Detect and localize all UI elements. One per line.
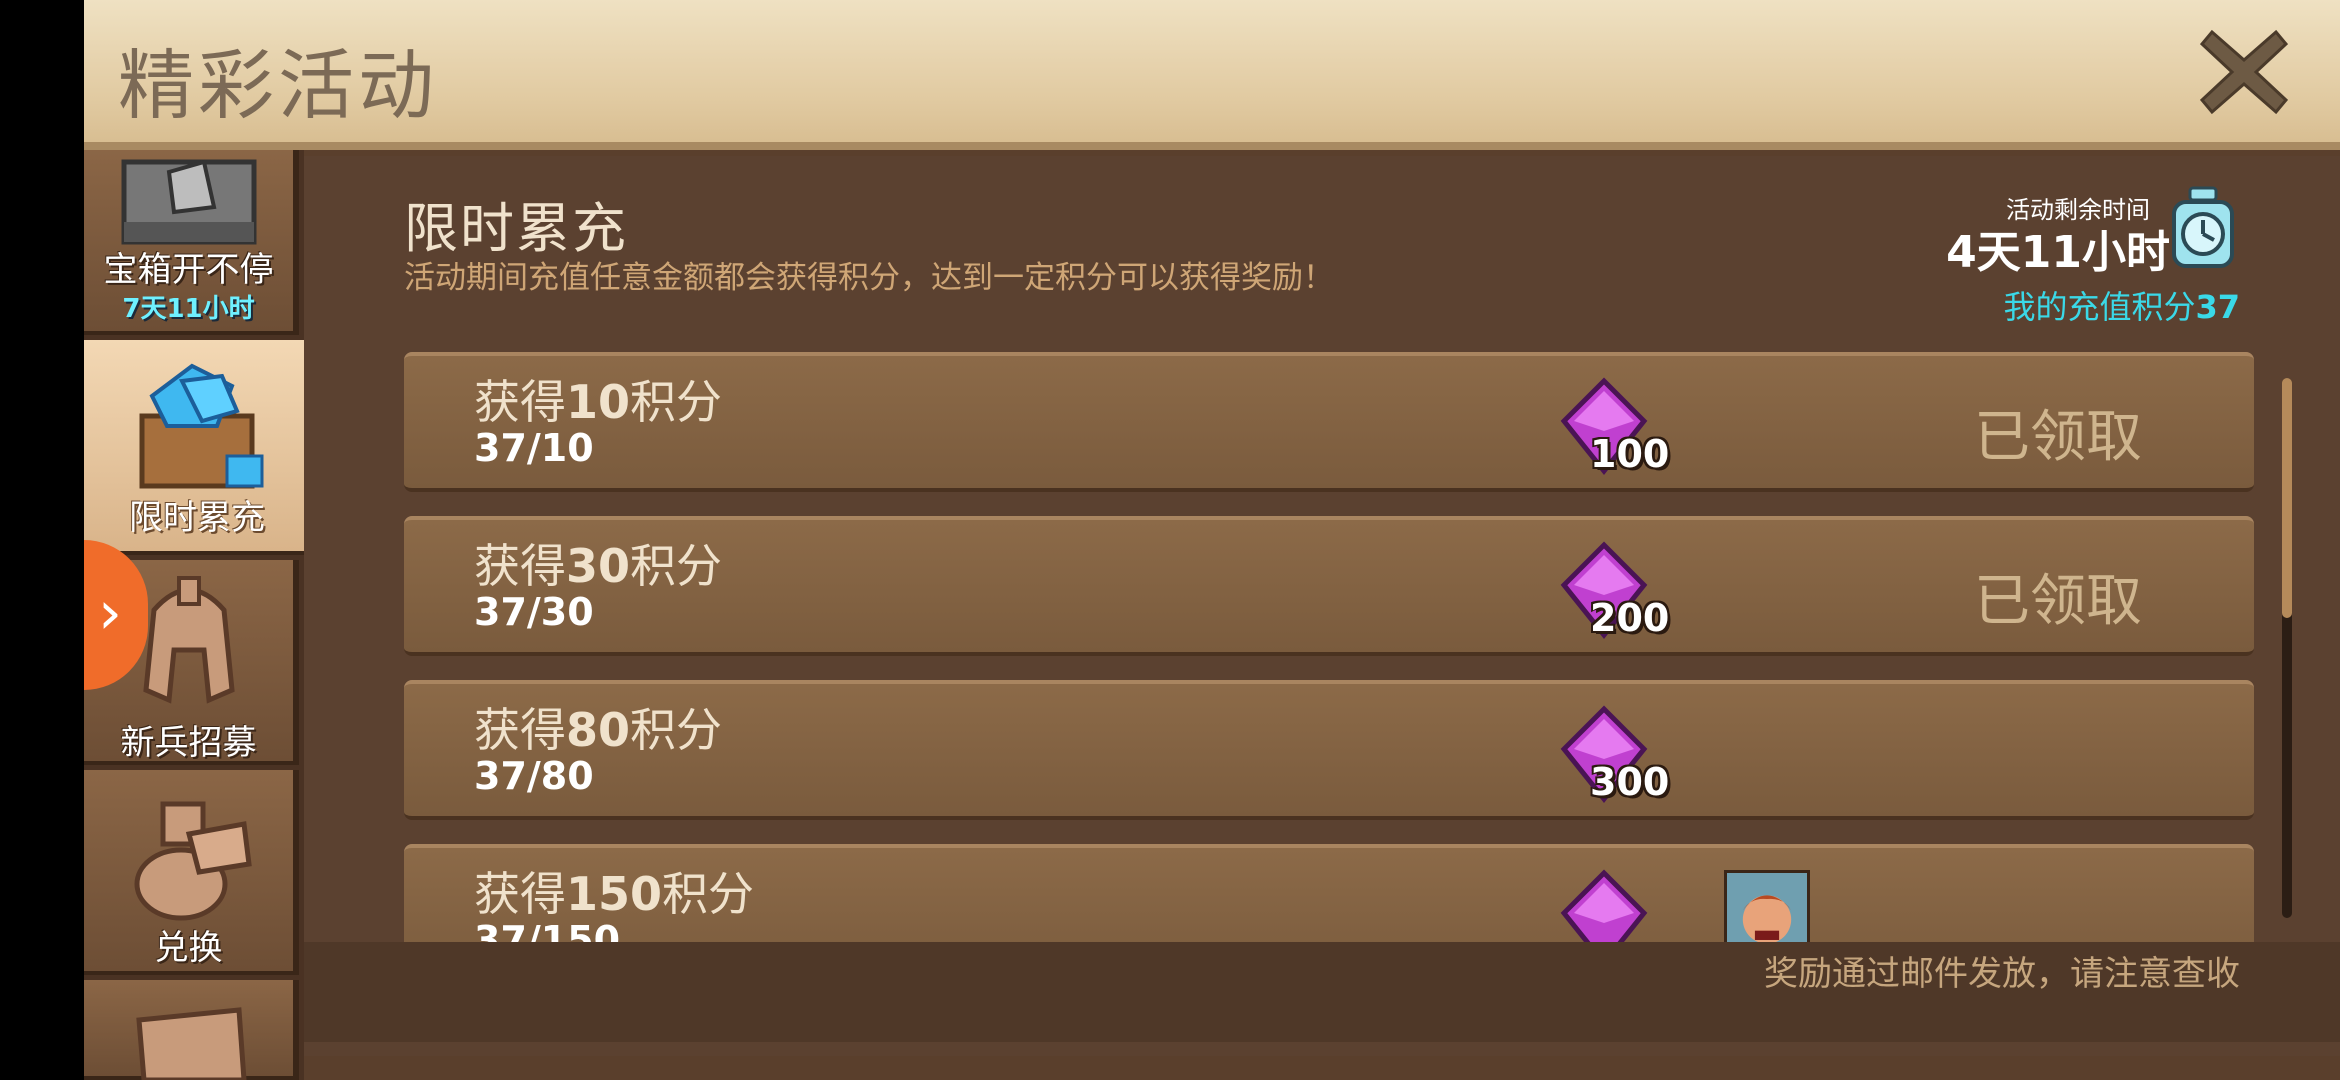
my-points-value: 37 bbox=[2195, 288, 2240, 326]
sidebar-tab-label: 新兵招募 bbox=[120, 723, 257, 763]
sidebar-tab-limited-recharge[interactable]: 限时累充 bbox=[84, 340, 316, 555]
goal-prefix: 获得 bbox=[474, 539, 566, 593]
stopwatch-icon bbox=[2172, 186, 2234, 268]
gem-quantity: 200 bbox=[1590, 596, 1670, 640]
chevron-right-icon: › bbox=[98, 578, 122, 648]
scroll-item-icon bbox=[135, 1007, 247, 1080]
my-points-label: 我的充值积分 bbox=[2003, 288, 2196, 326]
sidebar-tab-timer: 7天11小时 bbox=[122, 294, 255, 324]
gem-quantity: 300 bbox=[1590, 760, 1670, 804]
reward-row: 获得150积分 37/150 bbox=[404, 844, 2254, 942]
reward-goal: 获得80积分 bbox=[474, 694, 722, 760]
claim-status[interactable]: 已领取 bbox=[1974, 556, 2142, 637]
game-screen: 精彩活动 宝箱开不停 7天11小时 限时累充 新兵招募 兑换 › 限时累充 活动… bbox=[84, 0, 2340, 1080]
goal-number: 80 bbox=[566, 703, 631, 757]
window-title: 精彩活动 bbox=[118, 41, 438, 130]
reward-row: 获得30积分 37/30 200 已领取 bbox=[404, 516, 2254, 656]
sidebar-tab-label: 宝箱开不停 bbox=[103, 250, 274, 290]
goal-number: 30 bbox=[566, 539, 631, 593]
reward-goal: 获得10积分 bbox=[474, 366, 722, 432]
reward-row: 获得10积分 37/10 100 已领取 bbox=[404, 352, 2254, 492]
sidebar-tab-label: 兑换 bbox=[154, 928, 223, 968]
goal-number: 10 bbox=[566, 375, 631, 429]
my-recharge-points: 我的充值积分37 bbox=[2003, 282, 2240, 328]
sidebar-tab-more[interactable] bbox=[84, 980, 299, 1080]
reward-progress: 37/150 bbox=[474, 918, 621, 942]
reward-list[interactable]: 获得10积分 37/10 100 已领取 获得30积分 37/30 200 已领… bbox=[404, 352, 2254, 942]
reward-goal: 获得30积分 bbox=[474, 530, 722, 596]
crystal-chest-icon bbox=[139, 363, 264, 489]
exchange-bag-icon bbox=[134, 801, 252, 921]
goal-prefix: 获得 bbox=[474, 867, 566, 921]
goal-suffix: 积分 bbox=[662, 867, 755, 921]
gem-quantity: 100 bbox=[1590, 432, 1670, 476]
activity-panel: 限时累充 活动期间充值任意金额都会获得积分，达到一定积分可以获得奖励！ 活动剩余… bbox=[304, 156, 2340, 1056]
reward-progress: 37/30 bbox=[474, 590, 594, 634]
sidebar-tab-label: 限时累充 bbox=[129, 498, 265, 538]
goal-suffix: 积分 bbox=[630, 703, 723, 757]
reward-goal: 获得150积分 bbox=[474, 858, 754, 924]
sidebar-tab-chest[interactable]: 宝箱开不停 7天11小时 bbox=[84, 150, 299, 335]
sidebar-tab-exchange[interactable]: 兑换 bbox=[84, 770, 299, 975]
reward-progress: 37/80 bbox=[474, 754, 594, 798]
scrollbar-thumb[interactable] bbox=[2282, 378, 2292, 618]
footer-note: 奖励通过邮件发放，请注意查收 bbox=[1764, 954, 2240, 994]
goal-prefix: 获得 bbox=[474, 375, 566, 429]
timer-value: 4天11小时 bbox=[1946, 227, 2170, 278]
goal-number: 150 bbox=[566, 867, 663, 921]
purple-gem-icon bbox=[1560, 869, 1648, 942]
reward-progress: 37/10 bbox=[474, 426, 594, 470]
reward-row: 获得80积分 37/80 300 bbox=[404, 680, 2254, 820]
panel-description: 活动期间充值任意金额都会获得积分，达到一定积分可以获得奖励！ bbox=[404, 260, 1334, 296]
goal-prefix: 获得 bbox=[474, 703, 566, 757]
close-icon[interactable] bbox=[2194, 22, 2294, 122]
goal-suffix: 积分 bbox=[630, 539, 723, 593]
chest-icon bbox=[121, 159, 256, 245]
hero-portrait-icon bbox=[1724, 870, 1810, 942]
title-bar: 精彩活动 bbox=[84, 0, 2340, 150]
goal-suffix: 积分 bbox=[630, 375, 723, 429]
reward-list-scrollbar[interactable] bbox=[2282, 378, 2292, 918]
claim-status[interactable]: 已领取 bbox=[1974, 392, 2142, 473]
